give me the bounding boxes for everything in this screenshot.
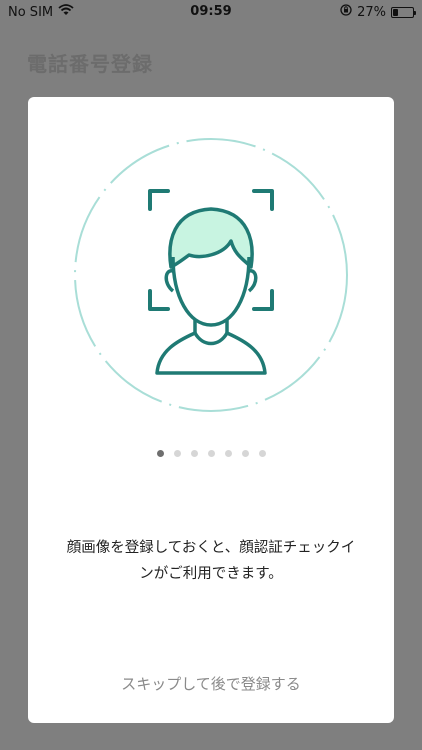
battery-icon [391,6,416,18]
battery-tip [414,10,416,15]
message-line-1: 顔画像を登録しておくと、顔認証チェックイ [66,540,356,556]
status-bar: No SIM 09:59 27% [0,0,422,24]
battery-percent: 27% [357,4,386,20]
page-dot [173,450,181,457]
status-right: 27% [340,4,416,20]
page-dot [207,450,215,457]
orientation-lock-icon [340,4,352,20]
page-dot [190,450,198,457]
page-title: 電話番号登録 [27,52,153,76]
page-dot [258,450,266,457]
onboarding-card: 顔画像を登録しておくと、顔認証チェックイ ンがご利用できます。 スキップして後で… [28,97,394,723]
screen: No SIM 09:59 27% 電話番号登録 顔画像を登録しておくと、顔認証チ… [0,0,422,750]
battery-level-fill [393,8,399,16]
page-dot [224,450,232,457]
page-dot [156,450,164,457]
onboarding-message: 顔画像を登録しておくと、顔認証チェックイ ンがご利用できます。 [28,535,394,587]
page-indicator [28,450,394,457]
face-scan-icon [74,138,348,412]
page-dot [241,450,249,457]
skip-button[interactable]: スキップして後で登録する [28,673,394,694]
message-line-2: ンがご利用できます。 [139,566,283,582]
